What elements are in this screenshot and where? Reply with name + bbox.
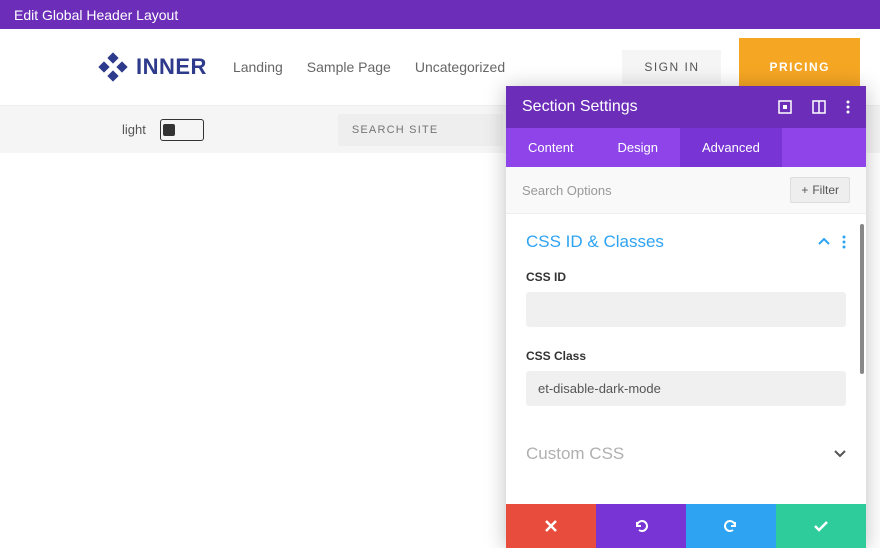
filter-button[interactable]: + Filter (790, 177, 850, 203)
panel-header-actions (778, 100, 850, 114)
css-id-input[interactable] (526, 292, 846, 327)
section-settings-panel: Section Settings Content Design Advanced… (506, 86, 866, 548)
check-icon (813, 520, 829, 532)
search-options-row: Search Options + Filter (506, 167, 866, 214)
logo-icon (98, 52, 128, 82)
expand-icon[interactable] (778, 100, 792, 114)
filter-label: Filter (812, 183, 839, 197)
more-icon[interactable] (846, 100, 850, 114)
css-id-classes-title: CSS ID & Classes (526, 232, 664, 252)
panel-header[interactable]: Section Settings (506, 86, 866, 128)
tab-content[interactable]: Content (506, 128, 596, 167)
redo-button[interactable] (686, 504, 776, 548)
toggle-knob (163, 124, 175, 136)
logo[interactable]: INNER (98, 52, 207, 82)
tab-advanced[interactable]: Advanced (680, 128, 782, 167)
nav-item-landing[interactable]: Landing (233, 59, 283, 75)
panel-tabs: Content Design Advanced (506, 128, 866, 167)
chevron-down-icon[interactable] (834, 450, 846, 458)
plus-icon: + (801, 183, 808, 197)
scrollbar[interactable] (860, 224, 864, 374)
undo-button[interactable] (596, 504, 686, 548)
nav-item-uncategorized[interactable]: Uncategorized (415, 59, 505, 75)
search-options-label[interactable]: Search Options (522, 183, 612, 198)
nav-menu: Landing Sample Page Uncategorized (233, 59, 505, 75)
css-class-input[interactable] (526, 371, 846, 406)
css-id-classes-header[interactable]: CSS ID & Classes (526, 232, 846, 252)
search-site-input[interactable] (338, 114, 503, 146)
light-mode-toggle[interactable] (160, 119, 204, 141)
tab-design[interactable]: Design (596, 128, 680, 167)
custom-css-section: Custom CSS (506, 438, 866, 504)
custom-css-title: Custom CSS (526, 444, 624, 464)
signin-button[interactable]: SIGN IN (622, 50, 721, 84)
css-id-label: CSS ID (526, 270, 846, 284)
section-more-icon[interactable] (842, 235, 846, 249)
snap-icon[interactable] (812, 100, 826, 114)
close-button[interactable] (506, 504, 596, 548)
global-header-bar: Edit Global Header Layout (0, 0, 880, 29)
chevron-up-icon[interactable] (818, 238, 830, 246)
css-class-label: CSS Class (526, 349, 846, 363)
section-actions (818, 235, 846, 249)
panel-body: CSS ID & Classes CSS ID CSS Class (506, 214, 866, 438)
global-header-title: Edit Global Header Layout (14, 7, 178, 23)
redo-icon (723, 518, 739, 534)
logo-text: INNER (136, 54, 207, 80)
nav-item-sample-page[interactable]: Sample Page (307, 59, 391, 75)
custom-css-header[interactable]: Custom CSS (526, 444, 846, 464)
panel-footer (506, 504, 866, 548)
light-mode-label: light (122, 122, 146, 137)
close-icon (544, 519, 558, 533)
panel-title: Section Settings (522, 98, 638, 116)
save-button[interactable] (776, 504, 866, 548)
undo-icon (633, 518, 649, 534)
